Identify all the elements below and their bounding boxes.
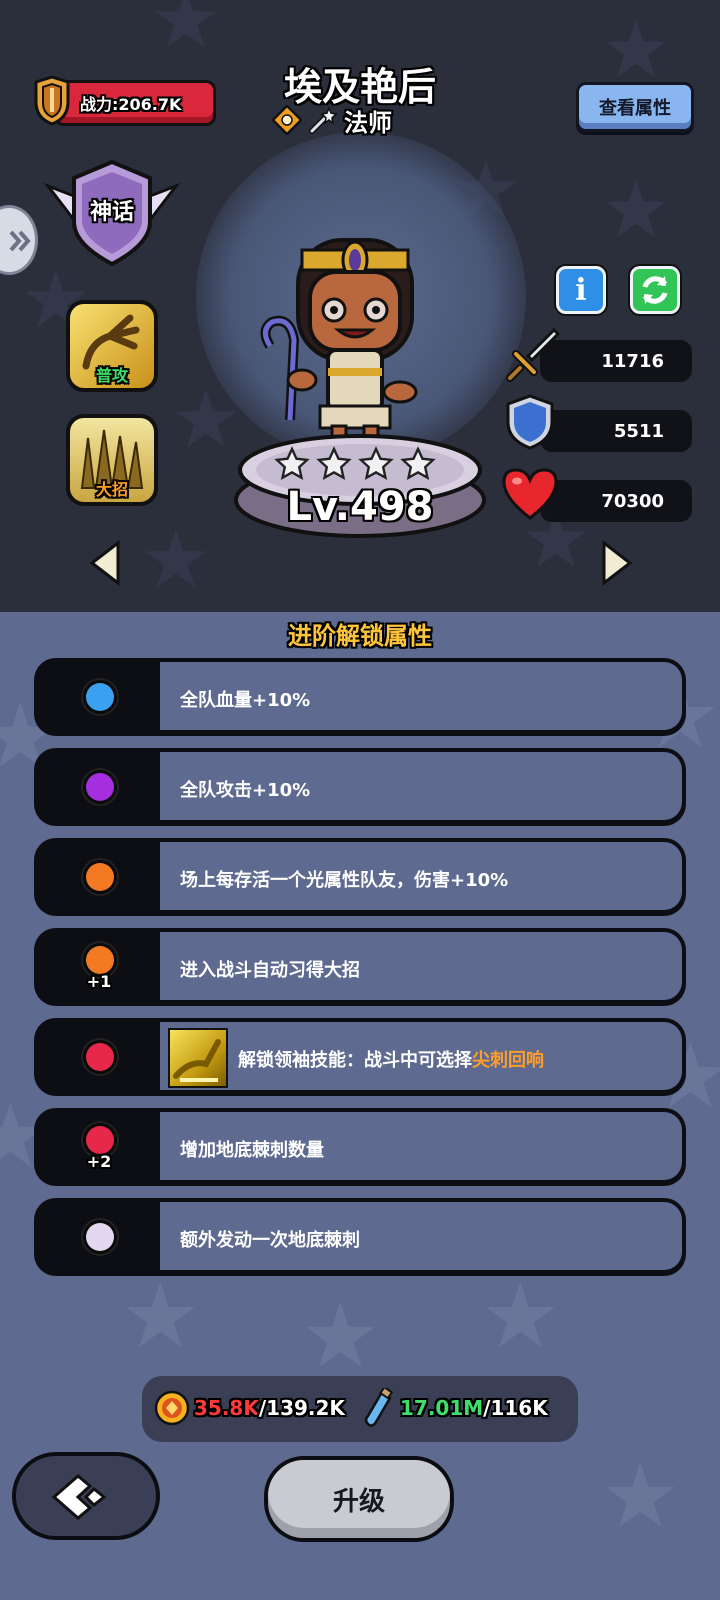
rating-star-icon xyxy=(400,446,436,480)
unlock-content: 解锁领袖技能：战斗中可选择尖刺回响 xyxy=(160,1022,682,1090)
unlock-tier-plus: +2 xyxy=(86,1152,112,1171)
defense-value: 5511 xyxy=(613,421,664,442)
unlock-content: 增加地底棘刺数量 xyxy=(160,1112,682,1180)
back-button[interactable] xyxy=(12,1452,160,1540)
skill-normal-attack[interactable]: 普攻 xyxy=(66,300,158,392)
attack-stat: 11716 xyxy=(540,340,692,382)
skill-label: 普攻 xyxy=(95,366,128,385)
attack-value: 11716 xyxy=(601,351,664,372)
shield-icon xyxy=(506,394,554,450)
gold-have: 35.8K xyxy=(194,1396,259,1420)
info-icon: i xyxy=(575,272,587,308)
unlock-tier-plus: +1 xyxy=(86,972,112,991)
chevron-right-icon xyxy=(9,230,31,252)
unlock-content: 额外发动一次地底棘刺 xyxy=(160,1202,682,1270)
unlock-text: 增加地底棘刺数量 xyxy=(180,1140,324,1161)
rarity-label: 神话 xyxy=(89,200,134,225)
background-star: ★ xyxy=(300,1284,381,1389)
background-star: ★ xyxy=(140,513,212,606)
background-star: ★ xyxy=(600,163,672,256)
rating-star-icon xyxy=(274,446,310,480)
rarity-badge: 神话 xyxy=(43,159,181,268)
refresh-button[interactable] xyxy=(630,266,680,314)
background-star: ★ xyxy=(480,1264,561,1369)
section-title: 进阶解锁属性 xyxy=(288,622,432,650)
unlock-tier-dot xyxy=(86,773,114,801)
unlock-tier-dot xyxy=(86,1126,114,1154)
potion-cost: 17.01M/116K xyxy=(400,1396,548,1420)
back-arrow-icon xyxy=(51,1474,107,1520)
hp-stat: 70300 xyxy=(540,480,692,522)
hero-display-area: ★ ★ ★ ★ ★ ★ ★ ★ ★ Lv.4 xyxy=(0,0,720,612)
light-element-icon xyxy=(272,105,302,135)
skill-ultimate[interactable]: 大招 xyxy=(66,414,158,506)
unlock-row: +2 增加地底棘刺数量 xyxy=(34,1108,686,1186)
unlock-content: 全队血量+10% xyxy=(160,662,682,730)
unlock-tier-dot xyxy=(86,863,114,891)
unlock-row: 场上每存活一个光属性队友，伤害+10% xyxy=(34,838,686,916)
rating-star-icon xyxy=(316,446,352,480)
unlock-text: 场上每存活一个光属性队友，伤害+10% xyxy=(180,870,509,891)
hero-level: Lv.498 xyxy=(286,484,434,530)
gold-need: /139.2K xyxy=(258,1396,345,1420)
hero-class-row: 法师 xyxy=(272,104,392,137)
skill-label: 大招 xyxy=(95,480,128,499)
unlock-tier-dot xyxy=(86,683,114,711)
gold-coin-icon xyxy=(154,1390,190,1426)
unlock-highlight: 尖刺回响 xyxy=(472,1050,544,1071)
spike-echo-icon xyxy=(173,1039,221,1082)
unlock-tier-dot xyxy=(86,1223,114,1251)
background-star: ★ xyxy=(600,1444,681,1549)
unlock-row: 解锁领袖技能：战斗中可选择尖刺回响 xyxy=(34,1018,686,1096)
gold-cost: 35.8K/139.2K xyxy=(194,1396,345,1420)
previous-hero-arrow-icon[interactable] xyxy=(88,540,124,586)
hero-character-cleopatra xyxy=(260,238,418,450)
defense-stat: 5511 xyxy=(540,410,692,452)
unlock-text: 额外发动一次地底棘刺 xyxy=(180,1230,360,1251)
view-attributes-button[interactable]: 查看属性 xyxy=(576,82,694,132)
unlock-row: 全队攻击+10% xyxy=(34,748,686,826)
unlock-row: +1 进入战斗自动习得大招 xyxy=(34,928,686,1006)
potion-have: 17.01M xyxy=(400,1396,484,1420)
sword-icon xyxy=(506,327,561,382)
leader-skill-icon xyxy=(168,1028,228,1088)
unlock-text: 解锁领袖技能：战斗中可选择 xyxy=(238,1050,472,1071)
unlock-text: 全队血量+10% xyxy=(180,690,311,711)
heart-icon xyxy=(502,468,558,520)
refresh-icon xyxy=(642,276,668,304)
unlock-tier-dot xyxy=(86,1043,114,1071)
background-star: ★ xyxy=(150,0,222,66)
unlock-text-with-highlight: 解锁领袖技能：战斗中可选择尖刺回响 xyxy=(238,1046,544,1072)
upgrade-cost-bar: 35.8K/139.2K 17.01M/116K xyxy=(142,1376,578,1442)
unlock-row: 全队血量+10% xyxy=(34,658,686,736)
unlock-text: 进入战斗自动习得大招 xyxy=(180,960,360,981)
unlock-content: 场上每存活一个光属性队友，伤害+10% xyxy=(160,842,682,910)
potion-icon xyxy=(364,1388,394,1427)
potion-need: /116K xyxy=(483,1396,548,1420)
unlock-content: 进入战斗自动习得大招 xyxy=(160,932,682,1000)
unlock-tier-dot xyxy=(86,946,114,974)
next-hero-arrow-icon[interactable] xyxy=(598,540,634,586)
background-star: ★ xyxy=(120,1264,201,1369)
info-button[interactable]: i xyxy=(556,266,606,314)
unlock-row: 额外发动一次地底棘刺 xyxy=(34,1198,686,1276)
rating-star-icon xyxy=(358,446,394,480)
upgrade-button[interactable]: 升级 xyxy=(264,1456,454,1542)
unlock-content: 全队攻击+10% xyxy=(160,752,682,820)
hero-star-rating xyxy=(274,446,436,482)
hero-class-label: 法师 xyxy=(344,108,392,137)
unlock-text: 全队攻击+10% xyxy=(180,780,311,801)
hp-value: 70300 xyxy=(601,491,664,512)
wand-icon xyxy=(309,105,338,134)
